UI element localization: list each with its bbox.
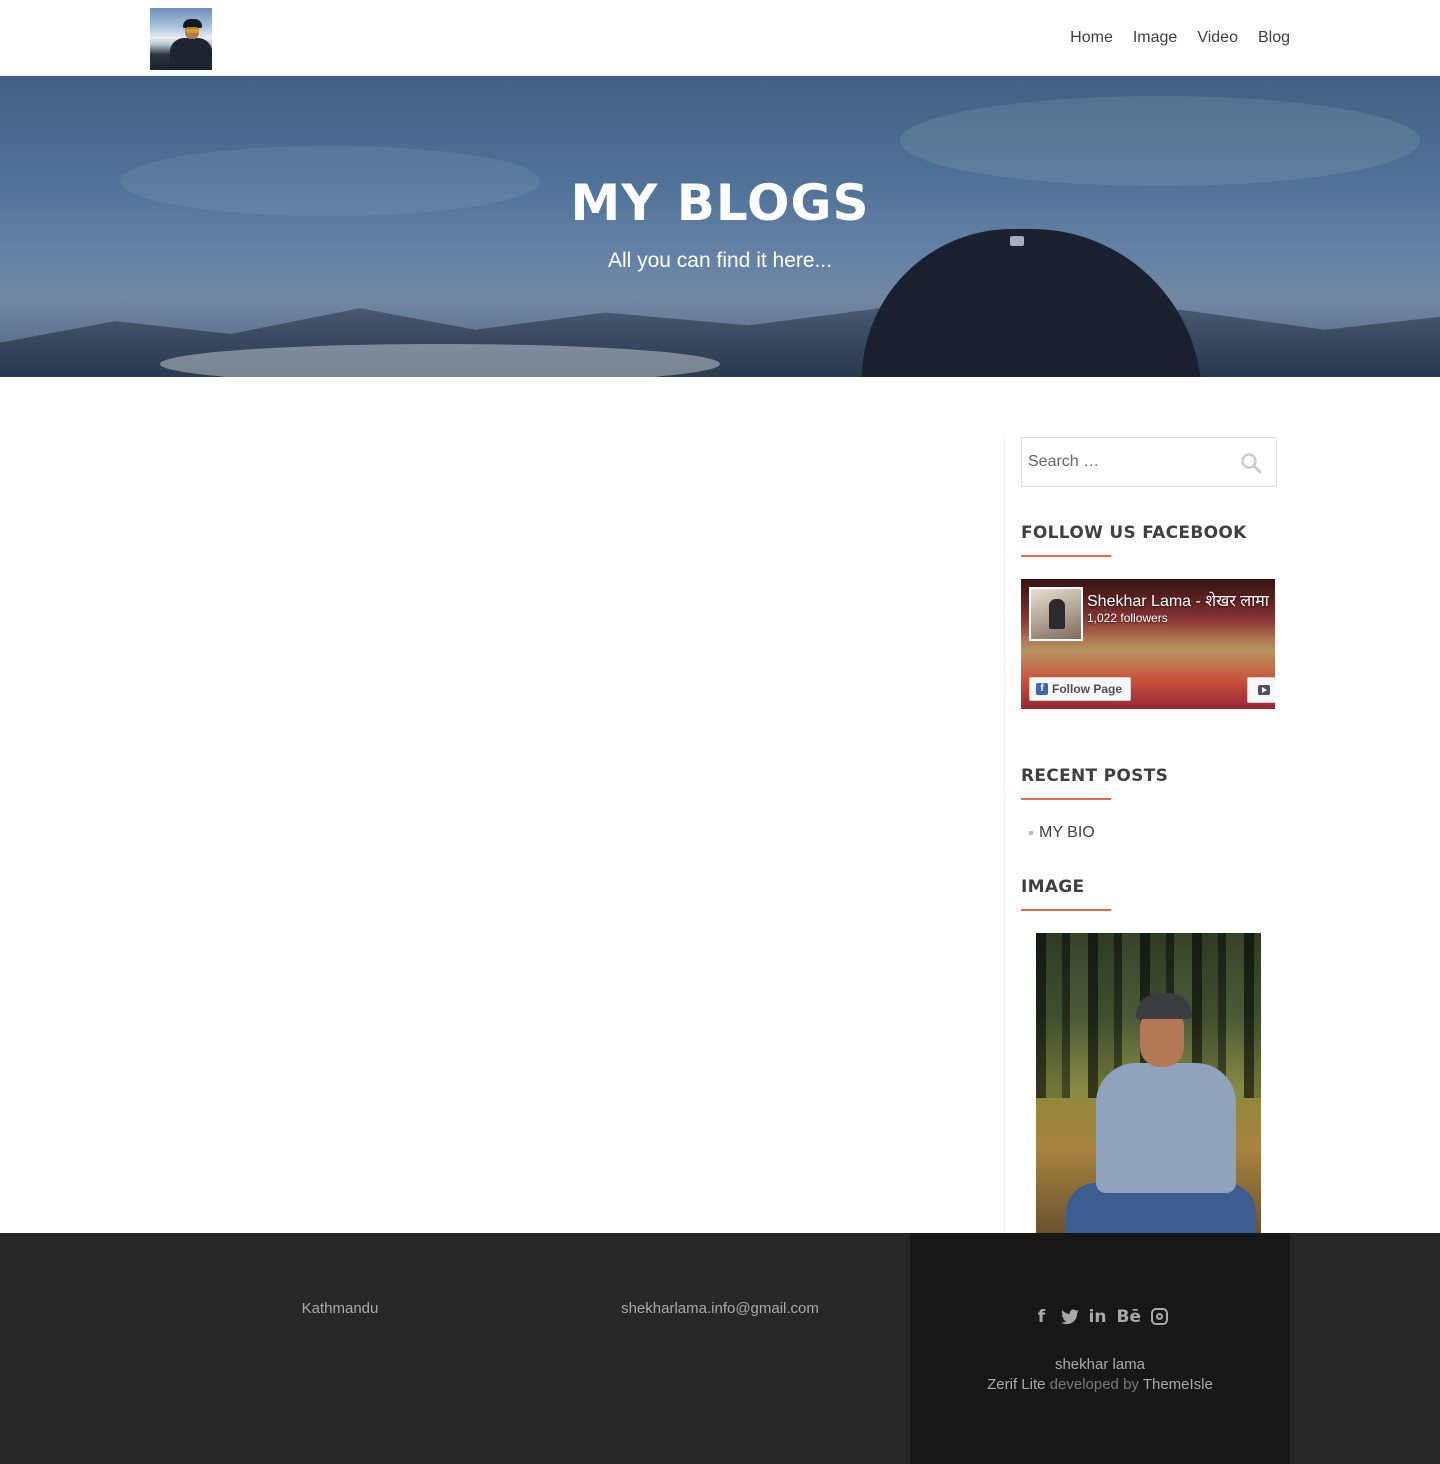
nav-blog[interactable]: Blog [1258, 26, 1290, 50]
footer-author: shekhar lama [1054, 1356, 1146, 1373]
widget-title-underline [1021, 555, 1111, 557]
nav-image[interactable]: Image [1133, 26, 1177, 50]
logo-sunglasses [186, 29, 199, 33]
facebook-page-embed[interactable]: Shekhar Lama - शेखर लामा 1,022 followers… [1021, 579, 1275, 709]
footer-credit: shekhar lama Zerif Lite developed by The… [910, 1355, 1290, 1395]
behance-icon[interactable]: Bē [1117, 1306, 1142, 1328]
photo-person-face [1140, 1015, 1184, 1067]
profile-photo[interactable] [1036, 933, 1261, 1233]
twitter-icon[interactable] [1060, 1306, 1079, 1328]
footer-location: Kathmandu [301, 1300, 379, 1317]
footer-credits-panel [910, 1233, 1290, 1464]
linkedin-icon[interactable]: in [1089, 1306, 1107, 1328]
recent-post-link[interactable]: MY BIO [1039, 821, 1095, 845]
theme-link[interactable]: Zerif Lite [987, 1376, 1045, 1393]
site-logo[interactable] [150, 8, 212, 70]
facebook-followers-count: 1,022 followers [1087, 611, 1168, 625]
facebook-page-name[interactable]: Shekhar Lama - शेखर लामा [1087, 589, 1269, 611]
site-footer: Kathmandu shekharlama.info@gmail.com f i… [0, 1233, 1440, 1464]
video-icon [1258, 685, 1270, 695]
recent-posts-list: MY BIO [1029, 821, 1095, 845]
widget-title-underline [1021, 909, 1111, 911]
footer-email[interactable]: shekharlama.info@gmail.com [530, 1298, 910, 1320]
page-subtitle: All you can find it here... [607, 249, 833, 272]
list-item: MY BIO [1029, 821, 1095, 845]
widget-title-underline [1021, 798, 1111, 800]
developed-by-label: developed by [1049, 1376, 1139, 1393]
recent-posts-title: RECENT POSTS [1021, 766, 1169, 786]
footer-theme-line: Zerif Lite developed by ThemeIsle [910, 1375, 1290, 1395]
nav-video[interactable]: Video [1197, 26, 1238, 50]
nav-home[interactable]: Home [1070, 26, 1113, 50]
facebook-icon[interactable]: f [1033, 1306, 1051, 1328]
facebook-widget-title: FOLLOW US FACEBOOK [1021, 523, 1247, 543]
photo-person-shirt [1096, 1063, 1236, 1193]
image-widget-title: IMAGE [1021, 877, 1085, 897]
follow-page-label: Follow Page [1052, 682, 1123, 696]
avatar-person [1049, 599, 1065, 629]
site-header: Home Image Video Blog [0, 0, 1440, 76]
search-form [1021, 437, 1277, 487]
main-navigation: Home Image Video Blog [1070, 26, 1290, 50]
sidebar-divider [1004, 437, 1005, 1233]
developer-link[interactable]: ThemeIsle [1143, 1376, 1213, 1393]
instagram-icon[interactable] [1150, 1308, 1168, 1325]
facebook-watch-button[interactable] [1247, 677, 1275, 703]
search-icon[interactable] [1240, 452, 1262, 474]
search-input[interactable] [1022, 438, 1232, 486]
facebook-page-avatar[interactable] [1029, 587, 1083, 641]
hero-banner: MY BLOGS All you can find it here... [0, 76, 1440, 377]
facebook-f-icon: f [1036, 683, 1048, 695]
page-title: MY BLOGS [570, 174, 870, 232]
logo-person-body [170, 38, 212, 70]
social-links: f in Bē [910, 1306, 1290, 1328]
facebook-follow-button[interactable]: f Follow Page [1029, 677, 1132, 701]
bullet-icon [1029, 831, 1033, 835]
